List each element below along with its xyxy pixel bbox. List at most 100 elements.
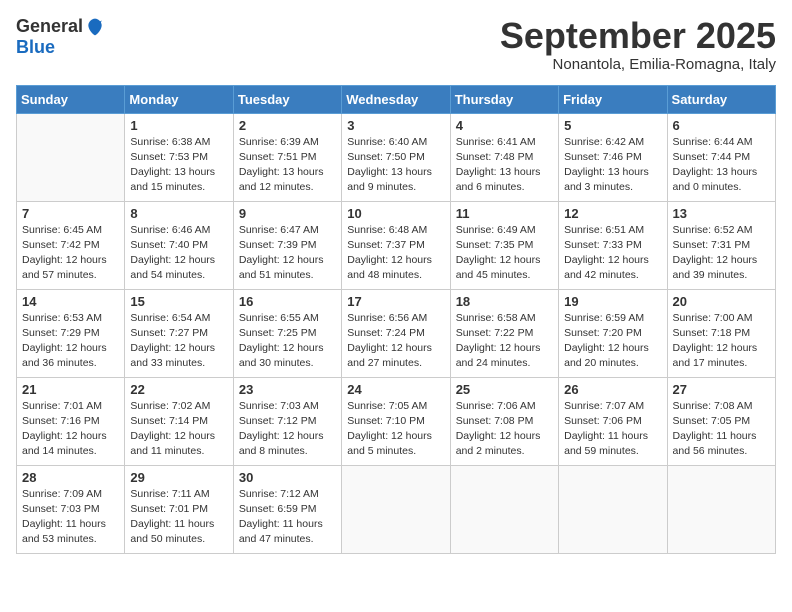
calendar-cell: 26 Sunrise: 7:07 AM Sunset: 7:06 PM Dayli… xyxy=(559,377,667,465)
logo-icon xyxy=(85,17,105,37)
calendar-cell: 10Sunrise: 6:48 AM Sunset: 7:37 PM Dayli… xyxy=(342,201,450,289)
cell-info: Sunrise: 6:40 AM Sunset: 7:50 PM Dayligh… xyxy=(347,135,444,196)
day-number: 4 xyxy=(456,118,553,133)
cell-info: Sunrise: 6:42 AM Sunset: 7:46 PM Dayligh… xyxy=(564,135,661,196)
day-number: 13 xyxy=(673,206,770,221)
day-number: 23 xyxy=(239,382,336,397)
calendar-cell: 19Sunrise: 6:59 AM Sunset: 7:20 PM Dayli… xyxy=(559,289,667,377)
cell-info: Sunrise: 6:58 AM Sunset: 7:22 PM Dayligh… xyxy=(456,311,553,372)
calendar-cell: 17 Sunrise: 6:56 AM Sunset: 7:24 PM Dayli… xyxy=(342,289,450,377)
logo-blue-text: Blue xyxy=(16,37,55,58)
day-number: 28 xyxy=(22,470,119,485)
logo: General Blue xyxy=(16,16,105,58)
cell-info: Sunrise: 7:02 AM Sunset: 7:14 PM Dayligh… xyxy=(130,399,227,460)
col-header-saturday: Saturday xyxy=(667,85,775,113)
cell-info: Sunrise: 6:56 AM Sunset: 7:24 PM Dayligh… xyxy=(347,311,444,372)
cell-info: Sunrise: 6:52 AM Sunset: 7:31 PM Dayligh… xyxy=(673,223,770,284)
logo-general-text: General xyxy=(16,16,83,37)
day-number: 5 xyxy=(564,118,661,133)
calendar-cell: 12Sunrise: 6:51 AM Sunset: 7:33 PM Dayli… xyxy=(559,201,667,289)
cell-info: Sunrise: 7:11 AM Sunset: 7:01 PM Dayligh… xyxy=(130,487,227,548)
day-number: 9 xyxy=(239,206,336,221)
day-number: 29 xyxy=(130,470,227,485)
cell-info: Sunrise: 6:46 AM Sunset: 7:40 PM Dayligh… xyxy=(130,223,227,284)
calendar-cell: 3Sunrise: 6:40 AM Sunset: 7:50 PM Daylig… xyxy=(342,113,450,201)
calendar-cell xyxy=(559,465,667,553)
calendar-cell: 2Sunrise: 6:39 AM Sunset: 7:51 PM Daylig… xyxy=(233,113,341,201)
calendar-cell xyxy=(342,465,450,553)
calendar-cell: 11Sunrise: 6:49 AM Sunset: 7:35 PM Dayli… xyxy=(450,201,558,289)
day-number: 15 xyxy=(130,294,227,309)
day-number: 18 xyxy=(456,294,553,309)
cell-info: Sunrise: 7:09 AM Sunset: 7:03 PM Dayligh… xyxy=(22,487,119,548)
calendar-week-row: 7 Sunrise: 6:45 AM Sunset: 7:42 PM Daylig… xyxy=(17,201,776,289)
calendar-cell: 27 Sunrise: 7:08 AM Sunset: 7:05 PM Dayli… xyxy=(667,377,775,465)
calendar-cell: 14Sunrise: 6:53 AM Sunset: 7:29 PM Dayli… xyxy=(17,289,125,377)
cell-info: Sunrise: 7:05 AM Sunset: 7:10 PM Dayligh… xyxy=(347,399,444,460)
calendar-cell: 30 Sunrise: 7:12 AM Sunset: 6:59 PM Dayli… xyxy=(233,465,341,553)
cell-info: Sunrise: 7:00 AM Sunset: 7:18 PM Dayligh… xyxy=(673,311,770,372)
calendar-cell: 4 Sunrise: 6:41 AM Sunset: 7:48 PM Daylig… xyxy=(450,113,558,201)
cell-info: Sunrise: 6:55 AM Sunset: 7:25 PM Dayligh… xyxy=(239,311,336,372)
page-header: General Blue September 2025 Nonantola, E… xyxy=(16,16,776,73)
calendar-cell: 1 Sunrise: 6:38 AM Sunset: 7:53 PM Daylig… xyxy=(125,113,233,201)
calendar-week-row: 1 Sunrise: 6:38 AM Sunset: 7:53 PM Daylig… xyxy=(17,113,776,201)
calendar-cell: 29 Sunrise: 7:11 AM Sunset: 7:01 PM Dayli… xyxy=(125,465,233,553)
calendar-cell: 8Sunrise: 6:46 AM Sunset: 7:40 PM Daylig… xyxy=(125,201,233,289)
calendar-cell: 28 Sunrise: 7:09 AM Sunset: 7:03 PM Dayli… xyxy=(17,465,125,553)
day-number: 27 xyxy=(673,382,770,397)
day-number: 22 xyxy=(130,382,227,397)
calendar-cell: 6 Sunrise: 6:44 AM Sunset: 7:44 PM Daylig… xyxy=(667,113,775,201)
calendar-cell xyxy=(17,113,125,201)
col-header-friday: Friday xyxy=(559,85,667,113)
day-number: 19 xyxy=(564,294,661,309)
col-header-tuesday: Tuesday xyxy=(233,85,341,113)
cell-info: Sunrise: 7:08 AM Sunset: 7:05 PM Dayligh… xyxy=(673,399,770,460)
cell-info: Sunrise: 6:38 AM Sunset: 7:53 PM Dayligh… xyxy=(130,135,227,196)
calendar-cell: 18 Sunrise: 6:58 AM Sunset: 7:22 PM Dayli… xyxy=(450,289,558,377)
day-number: 21 xyxy=(22,382,119,397)
calendar-cell: 22 Sunrise: 7:02 AM Sunset: 7:14 PM Dayli… xyxy=(125,377,233,465)
day-number: 30 xyxy=(239,470,336,485)
cell-info: Sunrise: 7:01 AM Sunset: 7:16 PM Dayligh… xyxy=(22,399,119,460)
cell-info: Sunrise: 7:06 AM Sunset: 7:08 PM Dayligh… xyxy=(456,399,553,460)
calendar-cell: 25 Sunrise: 7:06 AM Sunset: 7:08 PM Dayli… xyxy=(450,377,558,465)
calendar-header-row: SundayMondayTuesdayWednesdayThursdayFrid… xyxy=(17,85,776,113)
cell-info: Sunrise: 6:49 AM Sunset: 7:35 PM Dayligh… xyxy=(456,223,553,284)
day-number: 26 xyxy=(564,382,661,397)
cell-info: Sunrise: 6:41 AM Sunset: 7:48 PM Dayligh… xyxy=(456,135,553,196)
title-block: September 2025 Nonantola, Emilia-Romagna… xyxy=(500,16,776,73)
calendar-week-row: 14Sunrise: 6:53 AM Sunset: 7:29 PM Dayli… xyxy=(17,289,776,377)
cell-info: Sunrise: 6:47 AM Sunset: 7:39 PM Dayligh… xyxy=(239,223,336,284)
calendar-cell: 16 Sunrise: 6:55 AM Sunset: 7:25 PM Dayli… xyxy=(233,289,341,377)
calendar-cell: 21 Sunrise: 7:01 AM Sunset: 7:16 PM Dayli… xyxy=(17,377,125,465)
day-number: 20 xyxy=(673,294,770,309)
day-number: 2 xyxy=(239,118,336,133)
calendar-cell: 13 Sunrise: 6:52 AM Sunset: 7:31 PM Dayli… xyxy=(667,201,775,289)
cell-info: Sunrise: 6:45 AM Sunset: 7:42 PM Dayligh… xyxy=(22,223,119,284)
location-subtitle: Nonantola, Emilia-Romagna, Italy xyxy=(500,56,776,73)
cell-info: Sunrise: 6:48 AM Sunset: 7:37 PM Dayligh… xyxy=(347,223,444,284)
cell-info: Sunrise: 7:12 AM Sunset: 6:59 PM Dayligh… xyxy=(239,487,336,548)
calendar-week-row: 21 Sunrise: 7:01 AM Sunset: 7:16 PM Dayli… xyxy=(17,377,776,465)
day-number: 25 xyxy=(456,382,553,397)
cell-info: Sunrise: 7:07 AM Sunset: 7:06 PM Dayligh… xyxy=(564,399,661,460)
day-number: 7 xyxy=(22,206,119,221)
calendar-cell: 7 Sunrise: 6:45 AM Sunset: 7:42 PM Daylig… xyxy=(17,201,125,289)
col-header-wednesday: Wednesday xyxy=(342,85,450,113)
cell-info: Sunrise: 7:03 AM Sunset: 7:12 PM Dayligh… xyxy=(239,399,336,460)
calendar-cell: 20 Sunrise: 7:00 AM Sunset: 7:18 PM Dayli… xyxy=(667,289,775,377)
day-number: 6 xyxy=(673,118,770,133)
calendar-cell: 24 Sunrise: 7:05 AM Sunset: 7:10 PM Dayli… xyxy=(342,377,450,465)
day-number: 16 xyxy=(239,294,336,309)
day-number: 1 xyxy=(130,118,227,133)
month-title: September 2025 xyxy=(500,16,776,56)
calendar-week-row: 28 Sunrise: 7:09 AM Sunset: 7:03 PM Dayli… xyxy=(17,465,776,553)
calendar-cell: 23 Sunrise: 7:03 AM Sunset: 7:12 PM Dayli… xyxy=(233,377,341,465)
day-number: 24 xyxy=(347,382,444,397)
day-number: 17 xyxy=(347,294,444,309)
cell-info: Sunrise: 6:44 AM Sunset: 7:44 PM Dayligh… xyxy=(673,135,770,196)
col-header-thursday: Thursday xyxy=(450,85,558,113)
calendar-cell xyxy=(450,465,558,553)
day-number: 14 xyxy=(22,294,119,309)
